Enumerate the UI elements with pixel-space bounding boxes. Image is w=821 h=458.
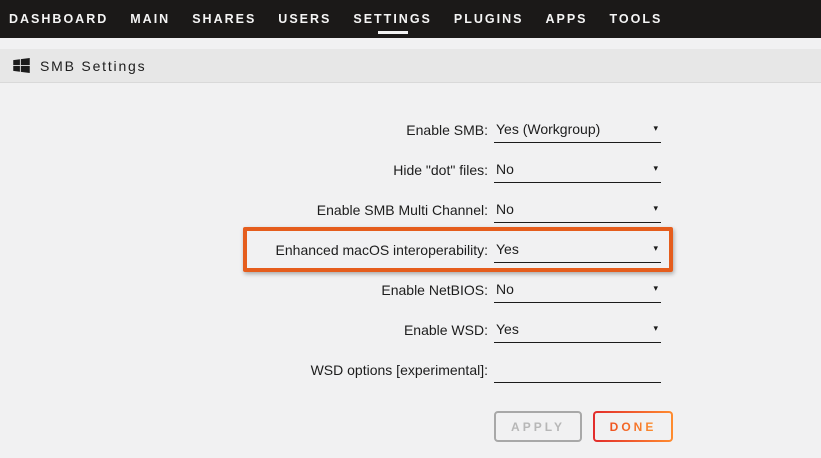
nav-item-apps[interactable]: APPS bbox=[545, 12, 587, 26]
form-buttons: APPLY DONE bbox=[494, 411, 821, 442]
done-button-label: DONE bbox=[610, 420, 657, 434]
chevron-down-icon: ▾ bbox=[653, 244, 658, 253]
enable-smb-value: Yes (Workgroup) bbox=[496, 121, 600, 137]
section-header: SMB Settings bbox=[0, 49, 821, 83]
enable-smb-select[interactable]: Yes (Workgroup) ▾ bbox=[494, 117, 661, 143]
nav-spacer bbox=[0, 38, 821, 49]
form-row-enable-smb: Enable SMB: Yes (Workgroup) ▾ bbox=[0, 110, 821, 150]
nav-item-plugins[interactable]: PLUGINS bbox=[454, 12, 524, 26]
nav-item-dashboard[interactable]: DASHBOARD bbox=[9, 12, 108, 26]
macos-interop-label: Enhanced macOS interoperability: bbox=[0, 242, 488, 258]
form-row-netbios: Enable NetBIOS: No ▾ bbox=[0, 270, 821, 310]
done-button-inner: DONE bbox=[595, 413, 671, 440]
nav-item-users[interactable]: USERS bbox=[278, 12, 331, 26]
page-title: SMB Settings bbox=[40, 58, 146, 74]
wsd-options-label: WSD options [experimental]: bbox=[0, 362, 488, 378]
hide-dot-files-label: Hide "dot" files: bbox=[0, 162, 488, 178]
chevron-down-icon: ▾ bbox=[653, 324, 658, 333]
smb-multichannel-label: Enable SMB Multi Channel: bbox=[0, 202, 488, 218]
chevron-down-icon: ▾ bbox=[653, 204, 658, 213]
form-row-wsd-options: WSD options [experimental]: bbox=[0, 350, 821, 390]
form-row-hide-dot-files: Hide "dot" files: No ▾ bbox=[0, 150, 821, 190]
hide-dot-files-value: No bbox=[496, 161, 514, 177]
netbios-label: Enable NetBIOS: bbox=[0, 282, 488, 298]
apply-button[interactable]: APPLY bbox=[494, 411, 582, 442]
nav-item-tools[interactable]: TOOLS bbox=[610, 12, 663, 26]
chevron-down-icon: ▾ bbox=[653, 124, 658, 133]
form-row-macos-interop: Enhanced macOS interoperability: Yes ▾ bbox=[0, 230, 821, 270]
smb-multichannel-select[interactable]: No ▾ bbox=[494, 197, 661, 223]
enable-smb-label: Enable SMB: bbox=[0, 122, 488, 138]
wsd-options-input[interactable] bbox=[494, 357, 661, 383]
nav-item-shares[interactable]: SHARES bbox=[192, 12, 256, 26]
netbios-select[interactable]: No ▾ bbox=[494, 277, 661, 303]
nav-item-settings[interactable]: SETTINGS bbox=[353, 12, 432, 26]
windows-icon bbox=[13, 58, 30, 73]
wsd-label: Enable WSD: bbox=[0, 322, 488, 338]
form-row-wsd: Enable WSD: Yes ▾ bbox=[0, 310, 821, 350]
macos-interop-select[interactable]: Yes ▾ bbox=[494, 237, 661, 263]
nav-item-settings-label: SETTINGS bbox=[353, 12, 432, 26]
wsd-value: Yes bbox=[496, 321, 519, 337]
smb-settings-form: Enable SMB: Yes (Workgroup) ▾ Hide "dot"… bbox=[0, 83, 821, 442]
macos-interop-value: Yes bbox=[496, 241, 519, 257]
netbios-value: No bbox=[496, 281, 514, 297]
form-row-smb-multichannel: Enable SMB Multi Channel: No ▾ bbox=[0, 190, 821, 230]
nav-item-main[interactable]: MAIN bbox=[130, 12, 170, 26]
chevron-down-icon: ▾ bbox=[653, 164, 658, 173]
active-tab-underline bbox=[378, 31, 408, 34]
top-nav: DASHBOARD MAIN SHARES USERS SETTINGS PLU… bbox=[0, 0, 821, 38]
wsd-select[interactable]: Yes ▾ bbox=[494, 317, 661, 343]
hide-dot-files-select[interactable]: No ▾ bbox=[494, 157, 661, 183]
smb-multichannel-value: No bbox=[496, 201, 514, 217]
done-button[interactable]: DONE bbox=[593, 411, 673, 442]
chevron-down-icon: ▾ bbox=[653, 284, 658, 293]
